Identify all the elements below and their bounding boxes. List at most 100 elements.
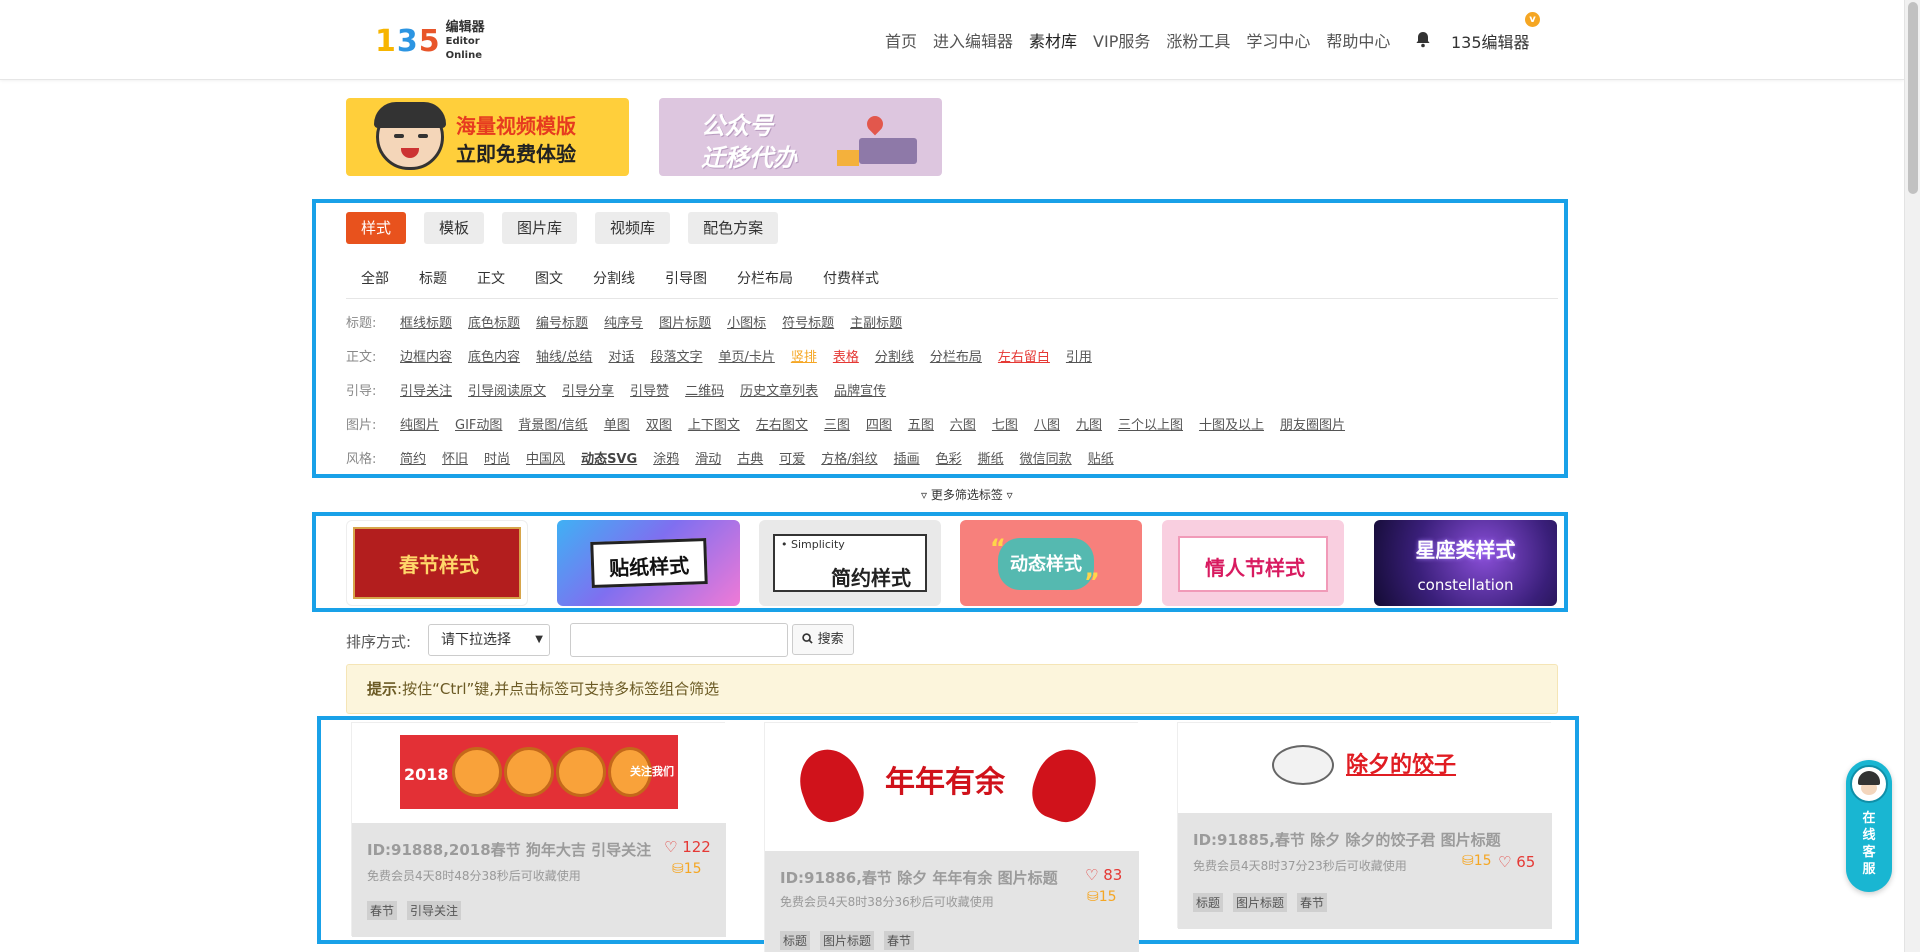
scrollbar-thumb[interactable] bbox=[1908, 2, 1918, 194]
filter-tag[interactable]: 分割线 bbox=[875, 346, 914, 365]
filter-tag[interactable]: 符号标题 bbox=[782, 312, 834, 331]
category-constellation[interactable]: 星座类样式 constellation bbox=[1374, 520, 1557, 606]
nav-materials[interactable]: 素材库 bbox=[1029, 28, 1077, 52]
nav-growth-tools[interactable]: 涨粉工具 bbox=[1166, 28, 1230, 52]
filter-tag[interactable]: 单页/卡片 bbox=[718, 346, 774, 365]
filter-tag[interactable]: 小图标 bbox=[727, 312, 766, 331]
card-preview[interactable]: 年年有余 bbox=[765, 723, 1139, 851]
filter-tag[interactable]: 古典 bbox=[737, 448, 763, 467]
filter-tag[interactable]: 编号标题 bbox=[536, 312, 588, 331]
card-title[interactable]: ID:91885,春节 除夕 除夕的饺子君 图片标题 bbox=[1193, 829, 1501, 850]
filter-tag[interactable]: 轴线/总结 bbox=[536, 346, 592, 365]
filter-tag[interactable]: GIF动图 bbox=[455, 414, 502, 433]
nav-learning[interactable]: 学习中心 bbox=[1246, 28, 1310, 52]
user-menu[interactable]: 135编辑器 bbox=[1451, 29, 1530, 53]
subtab-guide[interactable]: 引导图 bbox=[650, 268, 722, 288]
filter-tag[interactable]: 引导赞 bbox=[630, 380, 669, 399]
filter-tag[interactable]: 可爱 bbox=[779, 448, 805, 467]
filter-tag[interactable]: 十图及以上 bbox=[1199, 414, 1264, 433]
filter-tag[interactable]: 左右留白 bbox=[998, 346, 1050, 365]
category-valentine[interactable]: 情人节样式 bbox=[1162, 520, 1344, 606]
filter-tag[interactable]: 九图 bbox=[1076, 414, 1102, 433]
filter-tag[interactable]: 引导分享 bbox=[562, 380, 614, 399]
filter-tag[interactable]: 背景图/信纸 bbox=[518, 414, 587, 433]
filter-tag[interactable]: 边框内容 bbox=[400, 346, 452, 365]
subtab-columns[interactable]: 分栏布局 bbox=[722, 268, 808, 288]
filter-tag[interactable]: 纯图片 bbox=[400, 414, 439, 433]
filter-tag[interactable]: 动态SVG bbox=[581, 448, 637, 467]
filter-tag[interactable]: 贴纸 bbox=[1088, 448, 1114, 467]
filter-tag[interactable]: 双图 bbox=[646, 414, 672, 433]
filter-tag[interactable]: 引导关注 bbox=[400, 380, 452, 399]
filter-tag[interactable]: 方格/斜纹 bbox=[821, 448, 877, 467]
filter-tag[interactable]: 历史文章列表 bbox=[740, 380, 818, 399]
filter-tag[interactable]: 竖排 bbox=[791, 346, 817, 365]
style-card[interactable]: 年年有余 ID:91886,春节 除夕 年年有余 图片标题 ♡ 83 ⛁15 免… bbox=[764, 722, 1139, 952]
filter-tag[interactable]: 上下图文 bbox=[688, 414, 740, 433]
filter-tag[interactable]: 四图 bbox=[866, 414, 892, 433]
like-count[interactable]: ♡ 122 bbox=[664, 838, 711, 856]
filter-tag[interactable]: 纯序号 bbox=[604, 312, 643, 331]
card-tag[interactable]: 春节 bbox=[884, 931, 915, 950]
subtab-title[interactable]: 标题 bbox=[404, 268, 462, 288]
style-card[interactable]: 2018 关注我们 ID:91888,2018春节 狗年大吉 引导关注 ♡ 12… bbox=[351, 722, 726, 937]
like-count[interactable]: ♡ 83 bbox=[1085, 866, 1122, 884]
filter-tag[interactable]: 五图 bbox=[908, 414, 934, 433]
card-tag[interactable]: 引导关注 bbox=[407, 901, 462, 920]
style-card[interactable]: 除夕的饺子 ID:91885,春节 除夕 除夕的饺子君 图片标题 ⛁15 ♡ 6… bbox=[1177, 722, 1552, 929]
card-tag[interactable]: 春节 bbox=[1297, 893, 1328, 912]
filter-tag[interactable]: 左右图文 bbox=[756, 414, 808, 433]
scrollbar[interactable] bbox=[1904, 0, 1920, 952]
sort-select[interactable]: 请下拉选择 ▼ bbox=[428, 624, 550, 656]
nav-editor[interactable]: 进入编辑器 bbox=[933, 28, 1013, 52]
filter-tag[interactable]: 引导阅读原文 bbox=[468, 380, 546, 399]
subtab-image-text[interactable]: 图文 bbox=[520, 268, 578, 288]
category-spring-festival[interactable]: 春节样式 bbox=[346, 520, 528, 606]
search-input[interactable] bbox=[570, 623, 788, 657]
card-tag[interactable]: 标题 bbox=[1193, 893, 1224, 912]
filter-tag[interactable]: 单图 bbox=[604, 414, 630, 433]
filter-tag[interactable]: 七图 bbox=[992, 414, 1018, 433]
nav-help[interactable]: 帮助中心 bbox=[1326, 28, 1390, 52]
promo-banner-migration[interactable]: 公众号 迁移代办 bbox=[659, 98, 942, 176]
filter-tag[interactable]: 三个以上图 bbox=[1118, 414, 1183, 433]
filter-tag[interactable]: 框线标题 bbox=[400, 312, 452, 331]
card-title[interactable]: ID:91888,2018春节 狗年大吉 引导关注 bbox=[367, 839, 651, 860]
filter-tag[interactable]: 插画 bbox=[894, 448, 920, 467]
promo-banner-video[interactable]: 海量视频模版 立即免费体验 bbox=[346, 98, 629, 176]
tab-style[interactable]: 样式 bbox=[346, 212, 407, 244]
filter-tag[interactable]: 怀旧 bbox=[442, 448, 468, 467]
subtab-divider[interactable]: 分割线 bbox=[578, 268, 650, 288]
filter-tag[interactable]: 中国风 bbox=[526, 448, 565, 467]
more-filters-toggle[interactable]: ▿ 更多筛选标签 ▿ bbox=[921, 486, 1013, 503]
filter-tag[interactable]: 八图 bbox=[1034, 414, 1060, 433]
filter-tag[interactable]: 主副标题 bbox=[850, 312, 902, 331]
filter-tag[interactable]: 表格 bbox=[833, 346, 859, 365]
filter-tag[interactable]: 二维码 bbox=[685, 380, 724, 399]
filter-tag[interactable]: 底色标题 bbox=[468, 312, 520, 331]
filter-tag[interactable]: 色彩 bbox=[936, 448, 962, 467]
logo[interactable]: 135 编辑器 Editor Online bbox=[375, 21, 505, 62]
card-tag[interactable]: 标题 bbox=[780, 931, 811, 950]
subtab-all[interactable]: 全部 bbox=[346, 268, 404, 288]
filter-tag[interactable]: 引用 bbox=[1066, 346, 1092, 365]
category-sticker[interactable]: 贴纸样式 bbox=[557, 520, 740, 606]
filter-tag[interactable]: 滑动 bbox=[695, 448, 721, 467]
filter-tag[interactable]: 涂鸦 bbox=[653, 448, 679, 467]
category-simple[interactable]: • Simplicity 简约样式 bbox=[759, 520, 941, 606]
nav-home[interactable]: 首页 bbox=[885, 28, 917, 52]
subtab-paid[interactable]: 付费样式 bbox=[808, 268, 894, 288]
like-count[interactable]: ♡ 65 bbox=[1498, 853, 1535, 871]
filter-tag[interactable]: 撕纸 bbox=[978, 448, 1004, 467]
filter-tag[interactable]: 微信同款 bbox=[1020, 448, 1072, 467]
category-dynamic[interactable]: “ 动态样式 ” bbox=[960, 520, 1142, 606]
filter-tag[interactable]: 三图 bbox=[824, 414, 850, 433]
bell-icon[interactable] bbox=[1414, 30, 1432, 48]
online-service-widget[interactable]: 在线客服 bbox=[1846, 760, 1892, 892]
filter-tag[interactable]: 底色内容 bbox=[468, 346, 520, 365]
filter-tag[interactable]: 分栏布局 bbox=[930, 346, 982, 365]
card-tag[interactable]: 春节 bbox=[367, 901, 398, 920]
card-tag[interactable]: 图片标题 bbox=[820, 931, 875, 950]
nav-vip[interactable]: VIP服务 bbox=[1093, 28, 1150, 52]
tab-template[interactable]: 模板 bbox=[424, 212, 485, 244]
